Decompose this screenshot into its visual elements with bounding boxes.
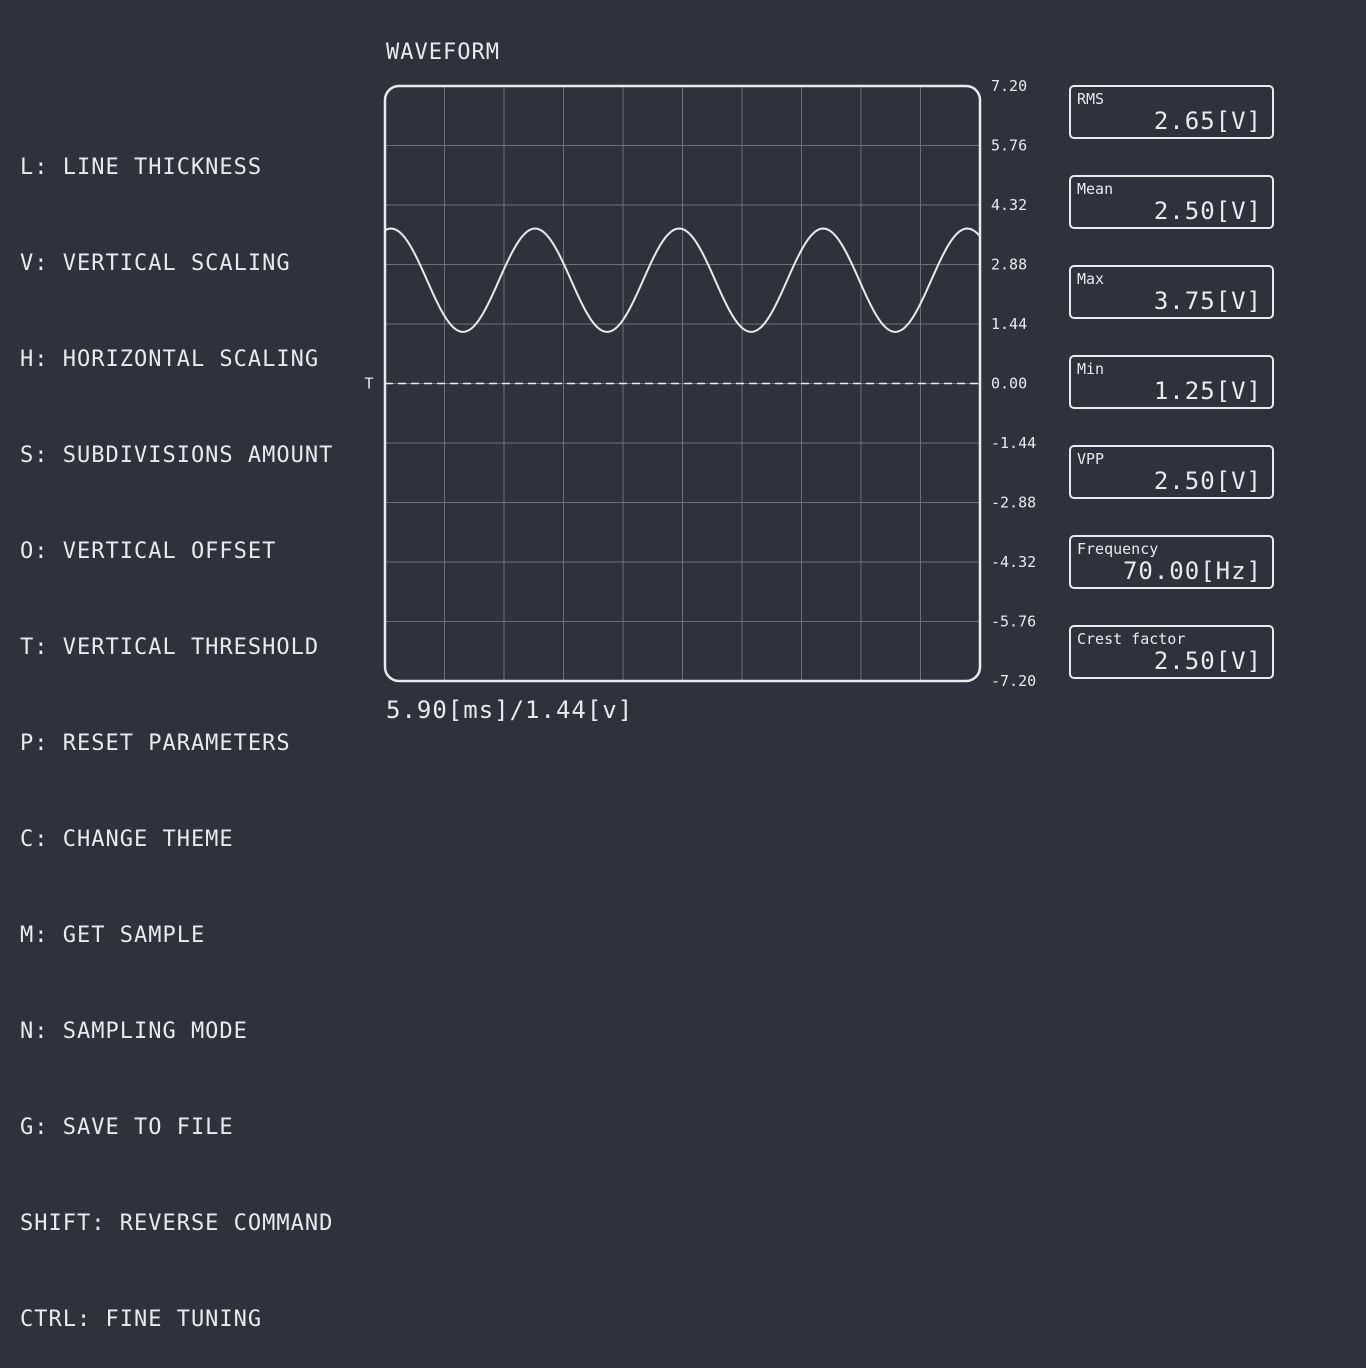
stat-crest-factor-value: 2.50[V] — [1153, 647, 1262, 675]
stat-max-value: 3.75[V] — [1153, 287, 1262, 315]
stat-min-label: Min — [1077, 360, 1105, 378]
stat-vpp: VPP 2.50[V] — [1069, 445, 1274, 499]
y-axis-ticks: 7.20 5.76 4.32 2.88 1.44 0.00 -1.44 -2.88 -4.32 -… — [991, 77, 1036, 690]
help-line-reverse-command: SHIFT: REVERSE COMMAND — [20, 1211, 334, 1236]
stat-rms-value: 2.65[V] — [1153, 107, 1262, 135]
help-line-fine-tuning: CTRL: FINE TUNING — [20, 1307, 263, 1332]
y-tick-label: -4.32 — [991, 553, 1036, 571]
y-tick-label: -5.76 — [991, 613, 1036, 631]
y-tick-label: 0.00 — [991, 375, 1027, 393]
stat-vpp-value: 2.50[V] — [1153, 467, 1262, 495]
help-line-get-sample: M: GET SAMPLE — [20, 923, 206, 948]
help-line-sampling-mode: N: SAMPLING MODE — [20, 1019, 248, 1044]
y-tick-label: 4.32 — [991, 196, 1027, 214]
threshold-marker: T — [364, 375, 373, 393]
stat-crest-factor-label: Crest factor — [1077, 630, 1186, 648]
scale-readout: 5.90[ms]/1.44[v] — [386, 696, 634, 724]
help-line-save-to-file: G: SAVE TO FILE — [20, 1115, 234, 1140]
y-tick-label: 2.88 — [991, 256, 1027, 274]
y-tick-label: 7.20 — [991, 77, 1027, 95]
y-tick-label: -1.44 — [991, 434, 1036, 452]
y-tick-label: 1.44 — [991, 315, 1027, 333]
scope-grid — [385, 86, 980, 681]
help-line-change-theme: C: CHANGE THEME — [20, 827, 234, 852]
stat-rms-label: RMS — [1077, 90, 1105, 108]
stat-crest-factor: Crest factor 2.50[V] — [1069, 625, 1274, 679]
stat-rms: RMS 2.65[V] — [1069, 85, 1274, 139]
stat-mean-label: Mean — [1077, 180, 1114, 198]
stat-min: Min 1.25[V] — [1069, 355, 1274, 409]
y-tick-label: 5.76 — [991, 137, 1027, 155]
stat-min-value: 1.25[V] — [1153, 377, 1262, 405]
y-tick-label: -2.88 — [991, 494, 1036, 512]
stat-frequency-value: 70.00[Hz] — [1122, 557, 1262, 585]
stat-mean-value: 2.50[V] — [1153, 197, 1262, 225]
stat-max-label: Max — [1077, 270, 1105, 288]
stat-mean: Mean 2.50[V] — [1069, 175, 1274, 229]
stat-max: Max 3.75[V] — [1069, 265, 1274, 319]
stat-vpp-label: VPP — [1077, 450, 1105, 468]
stat-frequency: Frequency 70.00[Hz] — [1069, 535, 1274, 589]
stat-frequency-label: Frequency — [1077, 540, 1159, 558]
y-tick-label: -7.20 — [991, 672, 1036, 690]
